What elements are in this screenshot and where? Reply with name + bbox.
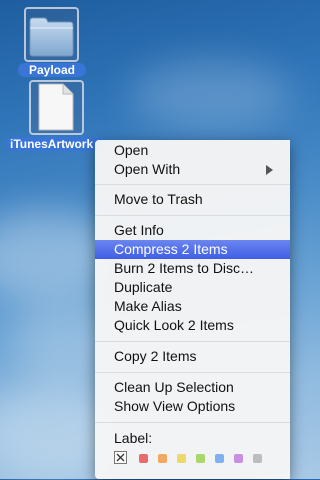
label-none-button[interactable] (114, 451, 127, 464)
label-red-swatch[interactable] (139, 454, 148, 463)
menu-item-copy[interactable]: Copy 2 Items (95, 347, 290, 366)
desktop-icon-payload[interactable]: Payload (0, 0, 95, 80)
menu-item-show-view-options[interactable]: Show View Options (95, 397, 290, 416)
desktop-icon-itunesartwork[interactable]: iTunesArtwork (0, 80, 106, 155)
menu-item-burn[interactable]: Burn 2 Items to Disc… (95, 259, 290, 278)
label-orange-swatch[interactable] (158, 454, 167, 463)
document-icon (38, 83, 74, 131)
desktop-icon-label: Payload (18, 63, 86, 77)
menu-separator (95, 184, 290, 185)
label-green-swatch[interactable] (196, 454, 205, 463)
submenu-arrow-icon (266, 165, 273, 175)
menu-item-quick-look[interactable]: Quick Look 2 Items (95, 316, 290, 335)
menu-separator (95, 215, 290, 216)
label-gray-swatch[interactable] (253, 454, 262, 463)
menu-item-get-info[interactable]: Get Info (95, 221, 290, 240)
menu-separator (95, 422, 290, 423)
menu-item-clean-up-selection[interactable]: Clean Up Selection (95, 378, 290, 397)
menu-separator (95, 341, 290, 342)
menu-separator (95, 372, 290, 373)
menu-item-move-to-trash[interactable]: Move to Trash (95, 190, 290, 209)
context-menu: Open Open With Move to Trash Get Info Co… (95, 140, 290, 479)
menu-item-open[interactable]: Open (95, 141, 290, 160)
desktop-icon-label: iTunesArtwork (6, 137, 106, 151)
x-icon (116, 453, 125, 462)
label-purple-swatch[interactable] (234, 454, 243, 463)
folder-icon (29, 17, 74, 57)
menu-item-open-with[interactable]: Open With (95, 160, 290, 179)
menu-item-label: Open With (114, 161, 181, 177)
label-section-title: Label: (114, 430, 153, 446)
label-blue-swatch[interactable] (215, 454, 224, 463)
label-yellow-swatch[interactable] (177, 454, 186, 463)
menu-item-duplicate[interactable]: Duplicate (95, 278, 290, 297)
menu-item-make-alias[interactable]: Make Alias (95, 297, 290, 316)
menu-item-compress[interactable]: Compress 2 Items (95, 240, 290, 259)
